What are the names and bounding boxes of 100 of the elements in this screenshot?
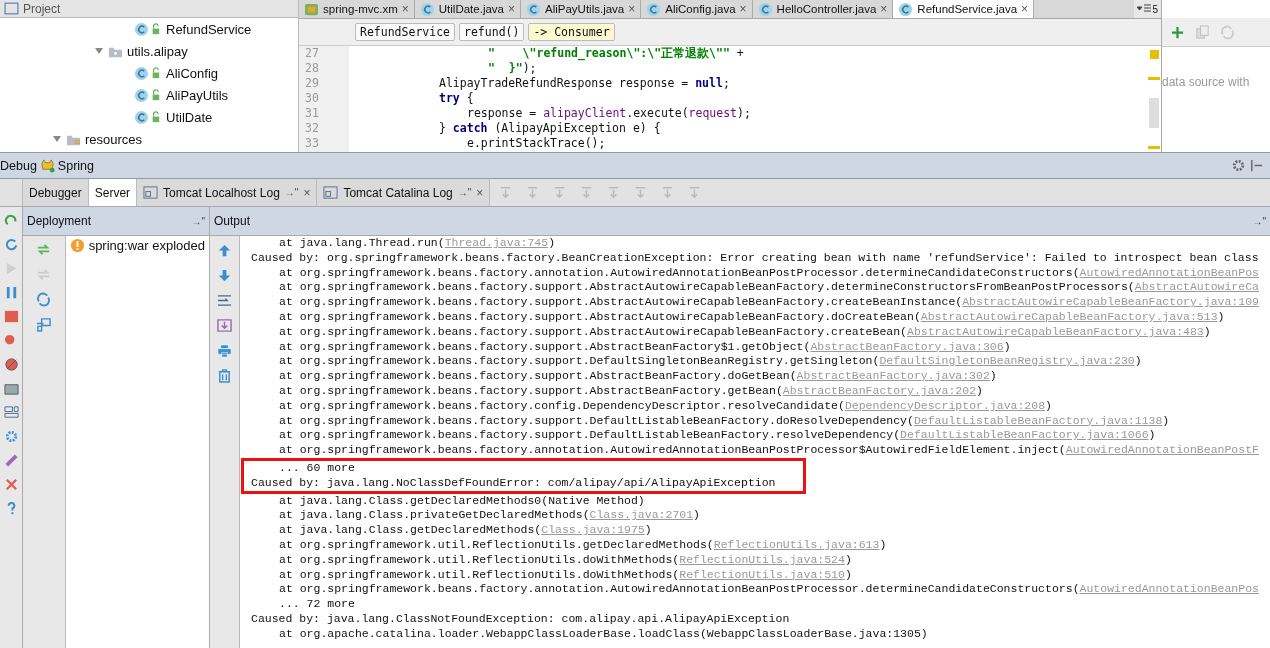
log-line: at org.springframework.beans.factory.support.DefaultListableBeanFactory.doResolveDependency(DefaultListableBeanFactory.java:1138) — [278, 413, 1171, 429]
log-line: at org.springframework.util.ReflectionUtils.doWithMethods(ReflectionUtils.java:524) — [278, 552, 853, 568]
line-number: 30 — [304, 91, 320, 106]
log-line: at org.springframework.beans.factory.support.AbstractBeanFactory.getBean(AbstractBeanFactory.java:202) — [278, 383, 984, 399]
tab-label: Tomcat Catalina Log — [343, 185, 453, 200]
scroll-end-icon[interactable] — [217, 318, 232, 333]
add-icon[interactable] — [1170, 24, 1185, 40]
tree-item[interactable]: AliConfig — [0, 62, 298, 84]
scroll-thumb[interactable] — [1149, 98, 1159, 128]
tab-label: RefundService.java — [917, 3, 1018, 15]
log-line: at org.springframework.util.ReflectionUtils.doWithMethods(ReflectionUtils.java:510) — [278, 567, 853, 583]
project-icon — [4, 1, 19, 16]
log-line: at org.springframework.beans.factory.support.AbstractBeanFactory.doGetBean(AbstractBeanFactory.java:302) — [278, 369, 998, 384]
close-icon[interactable]: × — [303, 185, 311, 200]
mute-icon[interactable] — [3, 357, 19, 372]
editor-tab[interactable]: RefundService.java × — [893, 0, 1035, 18]
class-icon — [134, 21, 162, 37]
rerun-icon[interactable] — [3, 213, 19, 228]
line-number: 27 — [304, 46, 320, 61]
minimize-icon[interactable] — [1249, 158, 1264, 173]
tab-label: UtilDate.java — [438, 3, 504, 15]
wrap-icon[interactable] — [217, 293, 232, 308]
gear-icon[interactable] — [3, 429, 19, 444]
tool-tab[interactable]: Debugger — [23, 179, 89, 206]
print-icon[interactable] — [217, 343, 232, 358]
log-line: Caused by: java.lang.NoClassDefFoundError: com/alipay/api/AlipayApiException — [251, 475, 777, 491]
log-line: ... 72 more — [278, 597, 356, 612]
log-line: Caused by: java.lang.ClassNotFoundException: com.alipay.api.AlipayApiException — [251, 611, 791, 627]
close-icon[interactable]: × — [508, 2, 515, 16]
log-line: at java.lang.Class.privateGetDeclaredMethods(Class.java:2701) — [278, 508, 701, 524]
editor-tab[interactable]: HelloController.java × — [752, 0, 894, 18]
log-line: at org.springframework.beans.factory.support.DefaultListableBeanFactory.resolveDependency(DefaultListableBeanFactory.java:1066) — [278, 428, 1157, 444]
editor-tab[interactable]: UtilDate.java × — [414, 0, 521, 18]
log-line: at org.springframework.beans.factory.annotation.AutowiredAnnotationBeanPostProcessor$AutowiredFieldElement.inject(AutowiredAnnotationBeanPostF — [278, 443, 1260, 458]
deploy-all-icon[interactable] — [36, 317, 52, 332]
settings-icon[interactable] — [1231, 158, 1246, 173]
editor-tab[interactable]: spring-mvc.xm × — [299, 0, 415, 18]
breadcrumb[interactable]: RefundService — [355, 23, 455, 41]
class-icon — [134, 87, 162, 103]
pin-icon[interactable]: →" — [1252, 215, 1266, 227]
tab-overflow-button[interactable]: 5 — [1134, 0, 1161, 18]
editor-tab[interactable]: AliConfig.java × — [641, 0, 753, 18]
tab-label: Server — [94, 185, 131, 200]
pin-icon[interactable]: →" — [191, 215, 205, 227]
close-icon[interactable]: × — [476, 185, 484, 200]
panel-title: Deployment — [27, 214, 92, 228]
warning-marker[interactable] — [1149, 50, 1159, 59]
tool-tab[interactable]: Tomcat Localhost Log →" × — [137, 179, 318, 206]
close-icon[interactable]: × — [1021, 2, 1029, 16]
close-icon[interactable]: × — [739, 2, 747, 16]
log-window-icon — [143, 185, 159, 200]
log-line: ... 60 more — [278, 460, 356, 476]
tree-item[interactable]: utils.alipay — [0, 40, 298, 62]
pin-icon[interactable]: →" — [457, 187, 472, 198]
line-number: 29 — [304, 76, 320, 91]
line-number: 28 — [304, 61, 320, 76]
expand-arrow-icon[interactable] — [94, 46, 104, 56]
up-icon[interactable] — [217, 243, 232, 258]
refresh-icon[interactable] — [36, 292, 52, 307]
warning-marker[interactable] — [1148, 77, 1160, 80]
log-line: at org.springframework.beans.factory.support.AbstractBeanFactory$1.getObject(AbstractBeanFactory.java:306) — [278, 339, 1012, 355]
pin-icon[interactable]: →" — [284, 187, 299, 198]
deployment-item[interactable]: spring:war exploded — [69, 238, 205, 253]
line-number: 33 — [304, 136, 320, 151]
tree-item[interactable]: AliPayUtils — [0, 84, 298, 106]
panel-title: Output — [214, 214, 251, 228]
class-icon — [419, 1, 435, 17]
tree-item[interactable]: resources — [0, 128, 298, 150]
log-line: at org.springframework.beans.factory.support.AbstractAutowireCapableBeanFactory.createBeanInstance(AbstractAutowireCapableBeanFactory.java:109 — [278, 295, 1260, 310]
class-icon — [526, 1, 541, 17]
close-icon[interactable]: × — [880, 2, 888, 16]
layout-icon[interactable] — [3, 405, 19, 420]
code-line: try { — [438, 91, 475, 106]
tool-tab[interactable]: Tomcat Catalina Log →" × — [317, 179, 491, 206]
run-configuration-label[interactable]: Spring — [57, 158, 94, 173]
stop-icon[interactable] — [3, 309, 19, 324]
code-line: " \"refund_reason\":\"正常退款\"" + — [487, 46, 745, 61]
close-icon[interactable] — [3, 477, 19, 492]
restart-icon[interactable] — [3, 237, 19, 252]
cat-icon — [39, 158, 55, 173]
tree-item[interactable]: UtilDate — [0, 106, 298, 128]
log-line: at java.lang.Class.getDeclaredMethods0(Native Method) — [278, 493, 646, 509]
tree-item[interactable]: RefundService — [0, 18, 298, 40]
down-icon[interactable] — [217, 268, 232, 283]
breadcrumb[interactable]: refund() — [459, 23, 525, 41]
breadcrumb[interactable]: -> Consumer — [528, 23, 615, 41]
tab-label: HelloController.java — [776, 3, 877, 15]
editor-tab[interactable]: AliPayUtils.java × — [521, 0, 642, 18]
expand-arrow-icon[interactable] — [52, 134, 62, 144]
close-icon[interactable]: × — [401, 2, 409, 16]
deploy-icon[interactable] — [36, 242, 52, 257]
trash-icon[interactable] — [217, 368, 232, 383]
copy-icon[interactable] — [1195, 24, 1210, 40]
close-icon[interactable]: × — [628, 2, 636, 16]
log-window-icon — [323, 185, 339, 200]
log-line: Caused by: org.springframework.beans.factory.BeanCreationException: Error creating bean with name 'refundService': Failed to introspect bean class — [251, 250, 1260, 266]
log-line: at org.apache.catalina.loader.WebappClassLoaderBase.loadClass(WebappClassLoaderBase.java:1305) — [278, 626, 929, 642]
code-line: } catch (AlipayApiException e) { — [438, 121, 662, 136]
warning-marker[interactable] — [1148, 146, 1160, 149]
tool-tab[interactable]: Server — [88, 179, 138, 206]
